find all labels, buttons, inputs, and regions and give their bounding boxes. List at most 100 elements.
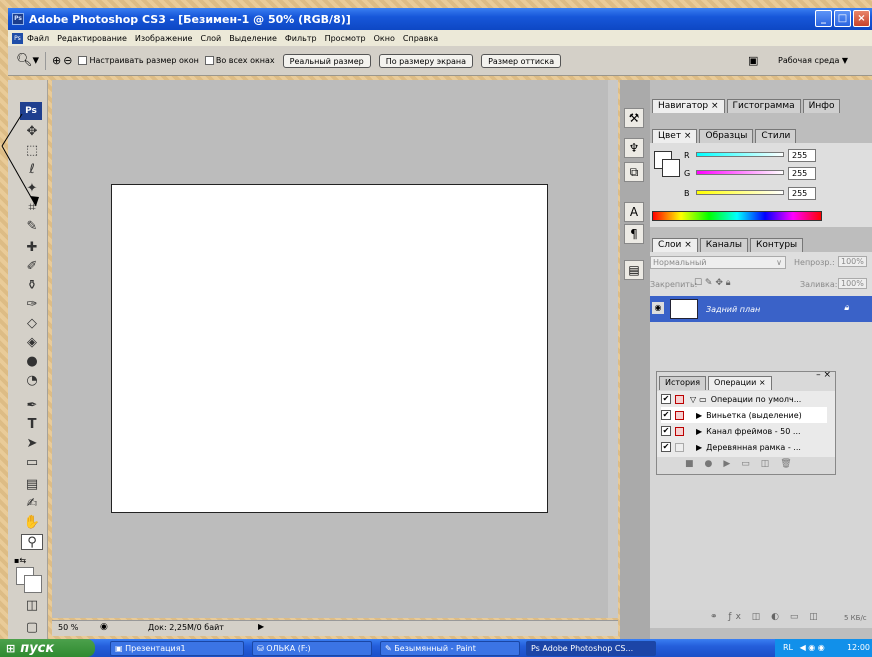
print-size-button[interactable]: Размер оттиска xyxy=(481,53,562,68)
close-button[interactable]: × xyxy=(853,10,870,27)
tab-swatches[interactable]: Образцы xyxy=(699,129,754,143)
vertical-scrollbar[interactable] xyxy=(608,80,618,618)
document-canvas[interactable] xyxy=(111,184,548,513)
menu-image[interactable]: Изображение xyxy=(135,34,193,43)
layer-buttons[interactable]: ⚭ ƒx ◫ ◐ ▭ ◫ xyxy=(710,612,822,622)
character-panel-icon[interactable]: A xyxy=(624,202,644,222)
tab-histogram[interactable]: Гистограмма xyxy=(726,99,801,113)
action-row[interactable]: ✔ ▽ ▭ Операции по умолч... xyxy=(661,391,801,407)
check-icon[interactable]: ✔ xyxy=(661,442,671,452)
layer-name[interactable]: Задний план xyxy=(706,305,760,314)
actual-pixels-button[interactable]: Реальный размер xyxy=(282,53,371,68)
b-value[interactable]: 255 xyxy=(788,187,816,200)
lock-icons[interactable]: ☐ ✎ ✥ 🔒︎ xyxy=(694,278,731,288)
menu-edit[interactable]: Редактирование xyxy=(57,34,127,43)
g-value[interactable]: 255 xyxy=(788,167,816,180)
check-icon[interactable]: ✔ xyxy=(661,426,671,436)
fill-value[interactable]: 100% xyxy=(838,278,867,289)
language-indicator[interactable]: RL xyxy=(783,643,793,652)
dialog-toggle-icon[interactable] xyxy=(675,410,684,420)
color-spectrum-bar[interactable] xyxy=(652,211,822,221)
hand-tool-icon[interactable]: ✋ xyxy=(21,515,43,531)
fit-windows-checkbox[interactable] xyxy=(78,56,88,65)
quick-mask-icon[interactable]: ◫ xyxy=(21,598,43,614)
fit-screen-button[interactable]: По размеру экрана xyxy=(378,53,474,68)
expand-icon[interactable]: ▽ xyxy=(690,395,696,404)
tab-actions[interactable]: Операции × xyxy=(708,376,772,390)
actions-controls[interactable]: ■●▶▭◫🗑︎ xyxy=(685,459,803,469)
tools-panel-icon[interactable]: ⚒ xyxy=(624,108,644,128)
action-row[interactable]: ✔ ▶ Деревянная рамка - ... xyxy=(661,439,801,455)
shape-tool-icon[interactable]: ▭ xyxy=(21,455,43,471)
clock[interactable]: 12:00 xyxy=(847,639,870,657)
r-slider[interactable] xyxy=(696,152,784,157)
dialog-toggle-icon[interactable] xyxy=(675,442,684,452)
workspace-button[interactable]: Рабочая среда ▼ xyxy=(778,56,848,65)
notes-tool-icon[interactable]: ▤ xyxy=(21,477,43,493)
tab-info[interactable]: Инфо xyxy=(802,99,841,113)
dodge-tool-icon[interactable]: ◔ xyxy=(21,373,43,389)
zoom-out-icon[interactable]: ⊖ xyxy=(63,54,72,67)
g-slider[interactable] xyxy=(696,170,784,175)
actions-panel[interactable]: История Операции × – × ✔ ▽ ▭ Операции по … xyxy=(656,370,836,475)
text-tool-icon[interactable]: T xyxy=(21,417,43,433)
zoom-in-icon[interactable]: ⊕ xyxy=(52,54,61,67)
brushes-panel-icon[interactable]: ♆ xyxy=(624,138,644,158)
zoom-level[interactable]: 50 % xyxy=(58,623,78,632)
eyedropper-icon[interactable]: ✍ xyxy=(21,496,43,512)
taskbar-item[interactable]: ⛁ ОЛЬКА (F:) xyxy=(252,641,372,656)
play-triangle-icon[interactable]: ▶ xyxy=(696,443,702,452)
tray-icons[interactable]: ◀ ◉ ◉ xyxy=(800,643,825,652)
b-slider[interactable] xyxy=(696,190,784,195)
screen-mode-icon[interactable]: ▢ xyxy=(21,620,43,636)
taskbar-item[interactable]: ✎ Безымянный - Paint xyxy=(380,641,520,656)
visibility-eye-icon[interactable]: ◉ xyxy=(652,302,664,314)
taskbar-item[interactable]: ▣ Презентация1 xyxy=(110,641,244,656)
check-icon[interactable]: ✔ xyxy=(661,410,671,420)
clone-source-icon[interactable]: ⧉ xyxy=(624,162,644,182)
action-row[interactable]: ✔ ▶ Канал фреймов - 50 ... xyxy=(661,423,801,439)
check-icon[interactable]: ✔ xyxy=(661,394,671,404)
maximize-button[interactable]: □ xyxy=(834,10,851,27)
tab-styles[interactable]: Стили xyxy=(755,129,797,143)
play-triangle-icon[interactable]: ▶ xyxy=(696,411,702,420)
menu-select[interactable]: Выделение xyxy=(229,34,277,43)
menu-filter[interactable]: Фильтр xyxy=(285,34,317,43)
tab-layers[interactable]: Слои × xyxy=(652,238,698,252)
title-bar[interactable]: Ps Adobe Photoshop CS3 - [Безимен-1 @ 50… xyxy=(8,8,872,30)
healing-brush-icon[interactable]: ✚ xyxy=(21,240,43,256)
brush-tool-icon[interactable]: ✐ xyxy=(21,259,43,275)
status-menu-arrow[interactable]: ▶ xyxy=(258,622,264,631)
document-icon[interactable]: Ps xyxy=(12,32,23,44)
workspace-icon[interactable]: ▣ xyxy=(748,54,758,67)
history-brush-icon[interactable]: ✑ xyxy=(21,297,43,313)
tab-navigator[interactable]: Навигатор × xyxy=(652,99,725,113)
blend-mode-select[interactable]: Нормальный ∨ xyxy=(650,256,786,269)
tab-paths[interactable]: Контуры xyxy=(749,238,804,252)
minimize-button[interactable]: _ xyxy=(815,10,832,27)
panel-close-icon[interactable]: – × xyxy=(816,370,831,380)
layer-row[interactable]: ◉ Задний план 🔒︎ xyxy=(650,296,872,322)
tab-channels[interactable]: Каналы xyxy=(699,238,748,252)
all-windows-checkbox[interactable] xyxy=(204,56,214,65)
color-bg-swatch[interactable] xyxy=(662,159,680,177)
dialog-toggle-icon[interactable] xyxy=(675,394,684,404)
menu-file[interactable]: Файл xyxy=(27,34,49,43)
action-row[interactable]: ✔ ▶ Виньетка (выделение) xyxy=(661,407,827,423)
path-select-icon[interactable]: ➤ xyxy=(21,436,43,452)
default-colors-icon[interactable]: ▪⇆ xyxy=(14,556,32,565)
background-color-swatch[interactable] xyxy=(24,575,42,593)
play-triangle-icon[interactable]: ▶ xyxy=(696,427,702,436)
dialog-toggle-icon[interactable] xyxy=(675,426,684,436)
tab-color[interactable]: Цвет × xyxy=(652,129,698,143)
opacity-value[interactable]: 100% xyxy=(838,256,867,267)
zoom-tool-icon[interactable]: 🔍︎▾ xyxy=(16,53,39,68)
blur-tool-icon[interactable]: ● xyxy=(21,354,43,370)
taskbar-item-active[interactable]: Ps Adobe Photoshop CS... xyxy=(526,641,656,656)
menu-help[interactable]: Справка xyxy=(403,34,438,43)
menu-layer[interactable]: Слой xyxy=(200,34,221,43)
menu-window[interactable]: Окно xyxy=(374,34,395,43)
start-button[interactable]: ⊞ пуск xyxy=(0,639,95,657)
r-value[interactable]: 255 xyxy=(788,149,816,162)
paint-bucket-icon[interactable]: ◈ xyxy=(21,335,43,351)
